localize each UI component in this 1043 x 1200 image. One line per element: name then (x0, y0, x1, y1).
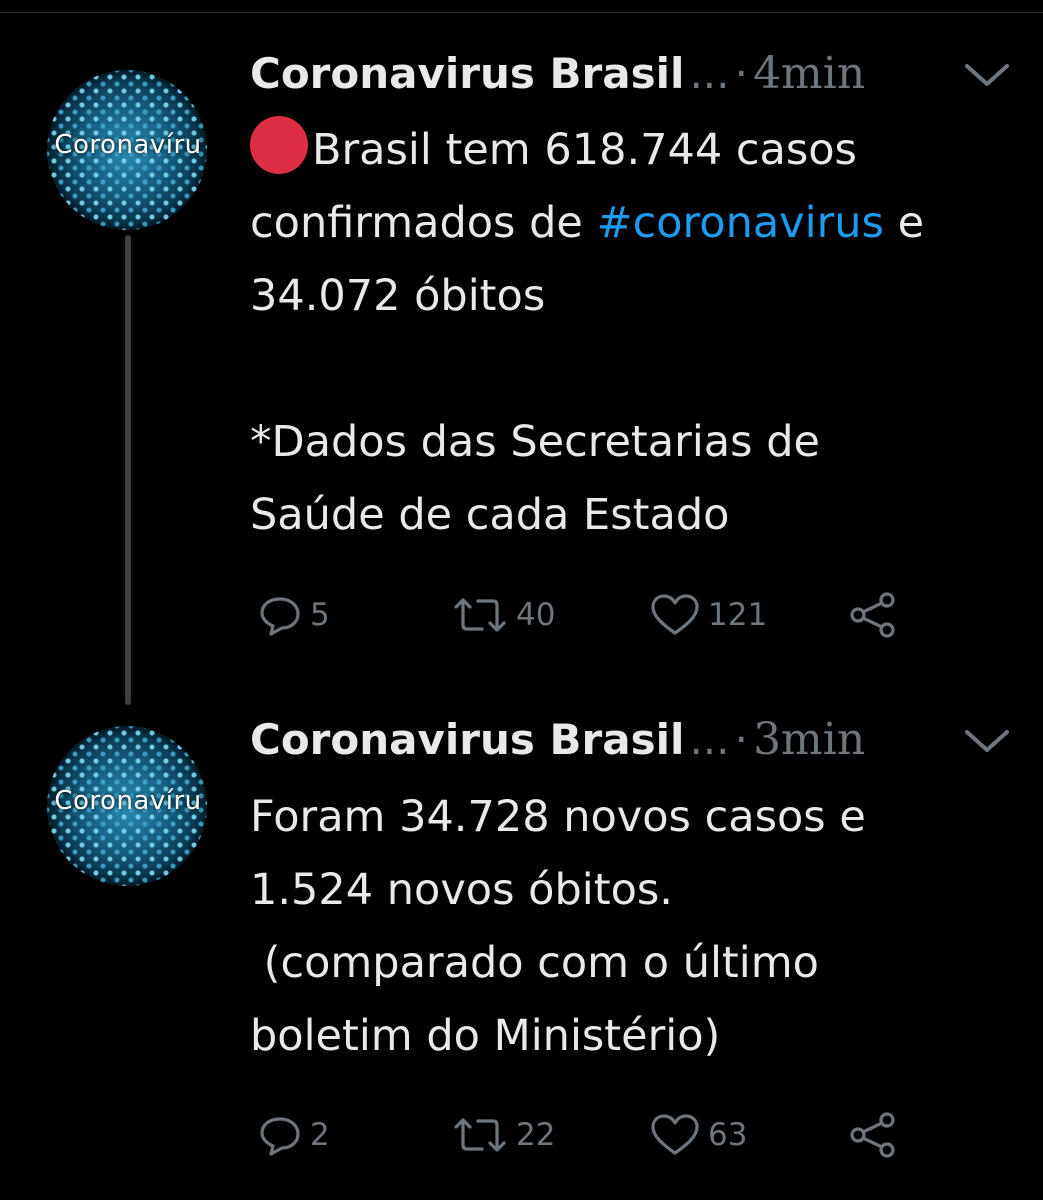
text-line: Foram 34.728 novos casos e (250, 792, 866, 842)
text-line: Brasil tem 618.744 casos (250, 114, 1030, 187)
reply-button[interactable]: 5 (256, 590, 330, 640)
text-line: (comparado com o último (250, 938, 819, 988)
time-separator: · (734, 715, 748, 764)
text-line: *Dados das Secretarias de (250, 417, 820, 467)
share-button[interactable] (846, 1110, 900, 1160)
retweet-icon (454, 1118, 506, 1152)
text-segment: Brasil tem 618.744 casos (312, 125, 857, 175)
like-count: 121 (708, 597, 768, 633)
reply-count: 5 (310, 597, 330, 633)
retweet-count: 22 (516, 1117, 556, 1153)
tweet-actions: 2 22 63 (250, 1110, 910, 1160)
text-segment: confirmados de (250, 198, 597, 248)
reply-icon (260, 597, 300, 636)
like-count: 63 (708, 1117, 748, 1153)
name-ellipsis: ... (689, 715, 730, 764)
retweet-button[interactable]: 22 (450, 1110, 555, 1160)
retweet-count: 40 (516, 597, 556, 633)
text-line: boletim do Ministério) (250, 1011, 721, 1061)
text-line: Saúde de cada Estado (250, 490, 730, 540)
reply-button[interactable]: 2 (256, 1110, 330, 1160)
chevron-down-icon[interactable] (961, 60, 1013, 90)
like-button[interactable]: 121 (648, 590, 767, 640)
retweet-button[interactable]: 40 (450, 590, 555, 640)
top-divider (0, 0, 1043, 13)
tweet-timestamp[interactable]: 3min (753, 714, 865, 765)
share-icon (850, 1112, 895, 1158)
thread-connector-line (125, 235, 131, 705)
retweet-icon (454, 598, 506, 632)
author-name[interactable]: Coronavirus Brasil (250, 49, 684, 98)
avatar-label: Coronavíru (54, 130, 202, 160)
text-line: 34.072 óbitos (250, 271, 546, 321)
hashtag-link[interactable]: #coronavirus (597, 198, 884, 248)
text-segment: e (883, 198, 925, 248)
text-line: confirmados de #coronavirus e (250, 187, 1030, 260)
time-separator: · (734, 49, 748, 98)
heart-icon (651, 594, 699, 635)
avatar[interactable]: Coronavíru (47, 70, 207, 230)
red-circle-emoji (250, 116, 308, 174)
name-ellipsis: ... (689, 49, 730, 98)
author-name[interactable]: Coronavirus Brasil (250, 715, 684, 764)
tweet-header: Coronavirus Brasil ... · 3min (250, 714, 1013, 774)
tweet-timestamp[interactable]: 4min (753, 48, 865, 99)
share-button[interactable] (846, 590, 900, 640)
avatar-label: Coronavíru (54, 786, 202, 816)
tweet-text: Foram 34.728 novos casos e 1.524 novos ó… (250, 781, 1030, 1073)
chevron-down-icon[interactable] (961, 726, 1013, 756)
avatar[interactable]: Coronavíru (47, 726, 207, 886)
heart-icon (651, 1114, 699, 1155)
tweet-actions: 5 40 121 (250, 590, 910, 640)
tweet-text: Brasil tem 618.744 casos confirmados de … (250, 114, 1030, 552)
share-icon (850, 592, 895, 638)
reply-count: 2 (310, 1117, 330, 1153)
tweet-header: Coronavirus Brasil ... · 4min (250, 48, 1013, 108)
text-line: 1.524 novos óbitos. (250, 865, 673, 915)
like-button[interactable]: 63 (648, 1110, 747, 1160)
reply-icon (260, 1117, 300, 1156)
